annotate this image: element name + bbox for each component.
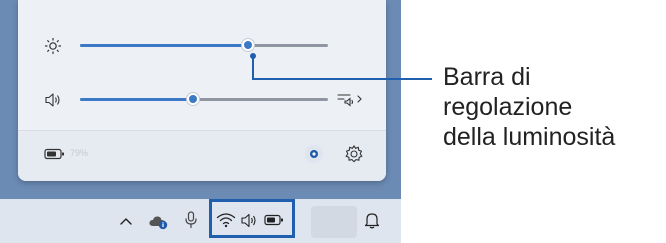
battery-percentage: 79%: [70, 148, 89, 158]
battery-icon: [44, 148, 66, 160]
sun-icon: [44, 37, 62, 55]
cloud-icon[interactable]: [148, 212, 170, 230]
tray-highlight-box: [209, 199, 295, 238]
volume-slider-thumb[interactable]: [186, 92, 201, 106]
brightness-slider[interactable]: [80, 38, 328, 52]
audio-output-icon[interactable]: [336, 90, 366, 108]
volume-slider[interactable]: [80, 92, 328, 106]
chevron-up-icon[interactable]: [118, 215, 134, 227]
bell-icon[interactable]: [364, 211, 380, 229]
taskbar: [0, 199, 401, 243]
speaker-icon[interactable]: [44, 92, 62, 108]
quick-settings-footer: 79%: [18, 130, 386, 181]
quick-settings-panel: 79%: [18, 0, 386, 181]
brightness-slider-thumb[interactable]: [240, 38, 255, 52]
volume-slider-fill: [80, 98, 195, 101]
clock-area[interactable]: [311, 206, 357, 238]
pencil-icon[interactable]: [303, 143, 325, 165]
gear-icon[interactable]: [343, 143, 365, 165]
callout-line-3: della luminosità: [443, 123, 616, 151]
callout-line-1: Barra di: [443, 63, 531, 91]
desktop-background: 79%: [0, 0, 401, 243]
brightness-callout-label: Barra di regolazione della luminosità: [443, 62, 658, 152]
brightness-slider-fill: [80, 44, 249, 47]
microphone-icon[interactable]: [184, 210, 198, 230]
callout-line-2: regolazione: [443, 93, 573, 121]
